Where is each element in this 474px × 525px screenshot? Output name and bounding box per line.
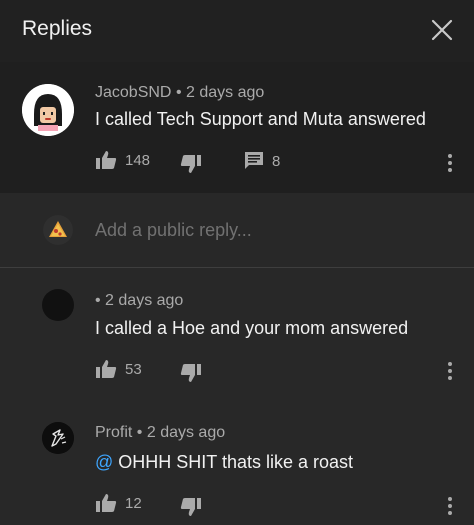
comment-time: 2 days ago (105, 292, 184, 309)
close-icon[interactable] (430, 18, 454, 42)
comment-icon (245, 152, 263, 169)
comment-time: 2 days ago (185, 84, 265, 101)
author-name[interactable]: Profit (95, 424, 132, 441)
author-name[interactable]: JacobSND (95, 84, 171, 101)
like-count: 12 (125, 494, 142, 512)
mention-link[interactable]: @ (95, 452, 113, 472)
meta-separator: • (175, 84, 186, 101)
comment-text: I called Tech Support and Muta answered (95, 109, 426, 129)
thumbs-down-icon (180, 498, 201, 516)
top-comment: JacobSND • 2 days ago I called Tech Supp… (0, 62, 474, 193)
comment-meta: JacobSND • 2 days ago (95, 84, 264, 102)
more-vert-icon[interactable] (443, 494, 457, 518)
more-vert-icon[interactable] (443, 151, 457, 175)
comment-meta: • 2 days ago (95, 292, 183, 310)
like-button[interactable]: 53 (95, 359, 142, 379)
thumbs-up-icon (96, 151, 117, 169)
thumbs-up-icon (96, 360, 117, 378)
thumbs-down-icon (180, 155, 201, 173)
comment-text: I called a Hoe and your mom answered (95, 318, 409, 338)
like-button[interactable]: 148 (95, 150, 150, 170)
comment-meta: Profit • 2 days ago (95, 424, 225, 442)
dislike-button[interactable] (180, 497, 202, 517)
like-count: 53 (125, 360, 142, 378)
comment-text: @ OHHH SHIT thats like a roast (95, 452, 353, 473)
replies-header: Replies (0, 0, 474, 62)
thumbs-up-icon (96, 494, 117, 512)
more-vert-icon[interactable] (443, 359, 457, 383)
thumbs-down-icon (180, 364, 201, 382)
avatar[interactable] (42, 422, 74, 454)
avatar[interactable] (22, 84, 74, 136)
like-count: 148 (125, 151, 151, 169)
reply-text: OHHH SHIT thats like a roast (118, 452, 354, 472)
reply-input[interactable]: Add a public reply... (95, 220, 252, 241)
avatar[interactable] (42, 289, 74, 321)
like-button[interactable]: 12 (95, 493, 142, 513)
dislike-button[interactable] (180, 154, 202, 174)
avatar (43, 215, 73, 245)
dislike-button[interactable] (180, 363, 202, 383)
meta-separator: • (95, 292, 106, 309)
comment-time: 2 days ago (146, 424, 226, 441)
panel-title: Replies (22, 17, 93, 40)
reply-count: 8 (272, 152, 281, 170)
add-reply-bar: Add a public reply... (0, 193, 474, 268)
meta-separator: • (136, 424, 147, 441)
reply-count-button[interactable]: 8 (244, 151, 280, 171)
